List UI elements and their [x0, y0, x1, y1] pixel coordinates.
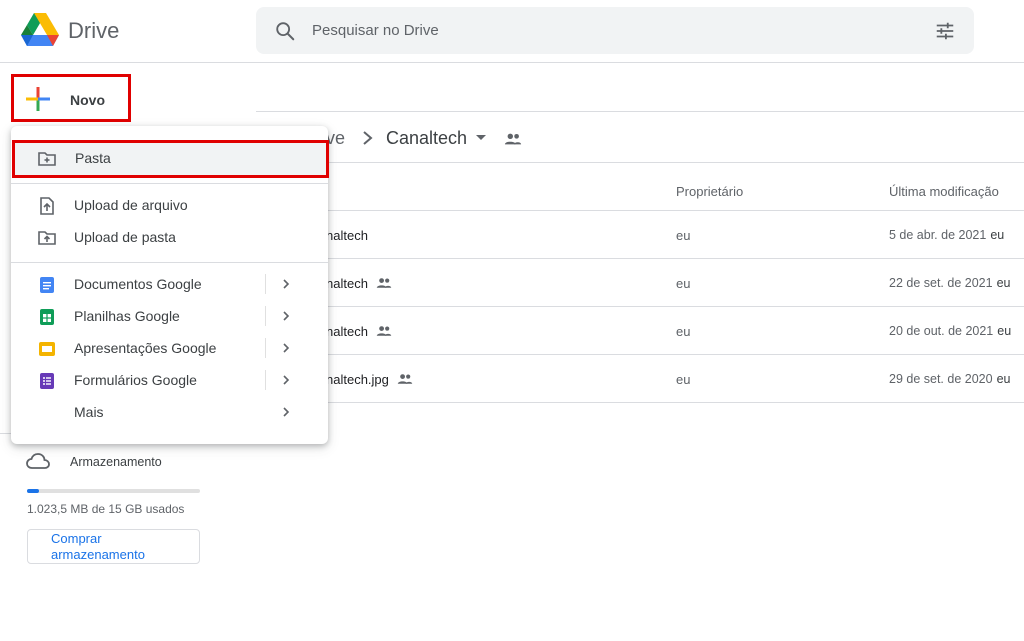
drive-logo-icon[interactable]: [21, 12, 59, 48]
table-row[interactable]: naltech eu 5 de abr. de 2021 eu: [256, 211, 1024, 259]
file-name: naltech.jpg: [326, 372, 389, 387]
list-header: Proprietário Última modificação: [256, 162, 1024, 211]
caret-down-icon[interactable]: [474, 130, 488, 144]
menu-item-label: Apresentações Google: [74, 340, 217, 356]
storage-usage-text: 1.023,5 MB de 15 GB usados: [27, 502, 185, 516]
chevron-right-icon[interactable]: [279, 405, 293, 419]
menu-item-separator: [265, 338, 266, 358]
menu-divider: [11, 183, 328, 184]
menu-item-docs[interactable]: Documentos Google: [11, 268, 328, 300]
chevron-right-icon[interactable]: [279, 277, 293, 291]
modified-date: 5 de abr. de 2021: [889, 228, 987, 242]
buy-storage-button[interactable]: Comprar armazenamento: [27, 529, 200, 564]
modified-by: eu: [990, 228, 1005, 242]
people-icon: [376, 326, 392, 336]
menu-item-label: Documentos Google: [74, 276, 202, 292]
menu-item-upload-file[interactable]: Upload de arquivo: [11, 189, 328, 221]
plus-icon: [26, 87, 50, 111]
file-owner: eu: [676, 324, 691, 339]
file-modified: 22 de set. de 2021 eu: [889, 276, 1010, 290]
people-icon: [504, 133, 522, 145]
file-modified: 29 de set. de 2020 eu: [889, 372, 1010, 386]
menu-item-label: Planilhas Google: [74, 308, 180, 324]
search-bar[interactable]: [256, 7, 974, 54]
toolbar-divider: [256, 111, 1024, 112]
file-name: naltech: [326, 276, 368, 291]
forms-icon: [40, 373, 54, 389]
file-name-cell: naltech: [326, 324, 392, 339]
file-owner: eu: [676, 276, 691, 291]
file-upload-icon: [40, 197, 54, 215]
table-row[interactable]: naltech eu 22 de set. de 2021 eu: [256, 259, 1024, 307]
menu-item-folder[interactable]: Pasta: [12, 140, 329, 178]
file-name: naltech: [326, 228, 368, 243]
top-header: Drive: [0, 0, 1024, 63]
search-icon[interactable]: [274, 20, 296, 42]
modified-by: eu: [996, 276, 1011, 290]
file-modified: 20 de out. de 2021 eu: [889, 324, 1011, 338]
buy-storage-line2: armazenamento: [51, 547, 145, 562]
modified-date: 29 de set. de 2020: [889, 372, 993, 386]
file-name-cell: naltech: [326, 276, 392, 291]
menu-divider: [11, 262, 328, 263]
file-modified: 5 de abr. de 2021 eu: [889, 228, 1004, 242]
menu-item-separator: [265, 274, 266, 294]
chevron-right-icon[interactable]: [279, 341, 293, 355]
modified-date: 22 de set. de 2021: [889, 276, 993, 290]
file-owner: eu: [676, 372, 691, 387]
menu-item-label: Upload de arquivo: [74, 197, 188, 213]
modified-by: eu: [996, 372, 1011, 386]
tune-icon[interactable]: [934, 20, 956, 42]
menu-item-label: Pasta: [75, 150, 111, 166]
breadcrumb-current[interactable]: Canaltech: [386, 128, 467, 149]
modified-date: 20 de out. de 2021: [889, 324, 994, 338]
table-row[interactable]: naltech.jpg eu 29 de set. de 2020 eu: [256, 355, 1024, 403]
file-owner: eu: [676, 228, 691, 243]
menu-item-slides[interactable]: Apresentações Google: [11, 332, 328, 364]
search-input[interactable]: [312, 7, 892, 54]
new-button-label: Novo: [70, 92, 105, 108]
chevron-right-icon: [363, 131, 373, 145]
menu-item-label: Formulários Google: [74, 372, 197, 388]
sheets-icon: [40, 309, 54, 325]
people-icon: [397, 374, 413, 384]
modified-by: eu: [997, 324, 1012, 338]
chevron-right-icon[interactable]: [279, 373, 293, 387]
folder-upload-icon: [38, 231, 56, 245]
menu-item-sheets[interactable]: Planilhas Google: [11, 300, 328, 332]
new-button[interactable]: Novo: [11, 74, 131, 122]
buy-storage-line1: Comprar: [51, 531, 102, 546]
folder-plus-icon: [38, 152, 56, 166]
menu-item-separator: [265, 370, 266, 390]
storage-label[interactable]: Armazenamento: [70, 455, 162, 469]
table-row[interactable]: naltech eu 20 de out. de 2021 eu: [256, 307, 1024, 355]
column-modified[interactable]: Última modificação: [889, 184, 999, 199]
file-name-cell: naltech.jpg: [326, 372, 413, 387]
menu-item-label: Mais: [74, 404, 104, 420]
cloud-icon: [26, 453, 50, 469]
menu-item-upload-folder[interactable]: Upload de pasta: [11, 221, 328, 253]
slides-icon: [39, 342, 55, 356]
storage-bar: [27, 489, 200, 493]
column-owner[interactable]: Proprietário: [676, 184, 743, 199]
docs-icon: [40, 277, 54, 293]
menu-item-more[interactable]: Mais: [11, 396, 328, 428]
menu-item-separator: [265, 306, 266, 326]
people-icon: [376, 278, 392, 288]
file-name: naltech: [326, 324, 368, 339]
chevron-right-icon[interactable]: [279, 309, 293, 323]
menu-item-label: Upload de pasta: [74, 229, 176, 245]
new-menu: Pasta Upload de arquivo Upload de pasta …: [11, 126, 329, 444]
menu-item-forms[interactable]: Formulários Google: [11, 364, 328, 396]
storage-bar-fill: [27, 489, 39, 493]
app-title: Drive: [68, 18, 120, 43]
